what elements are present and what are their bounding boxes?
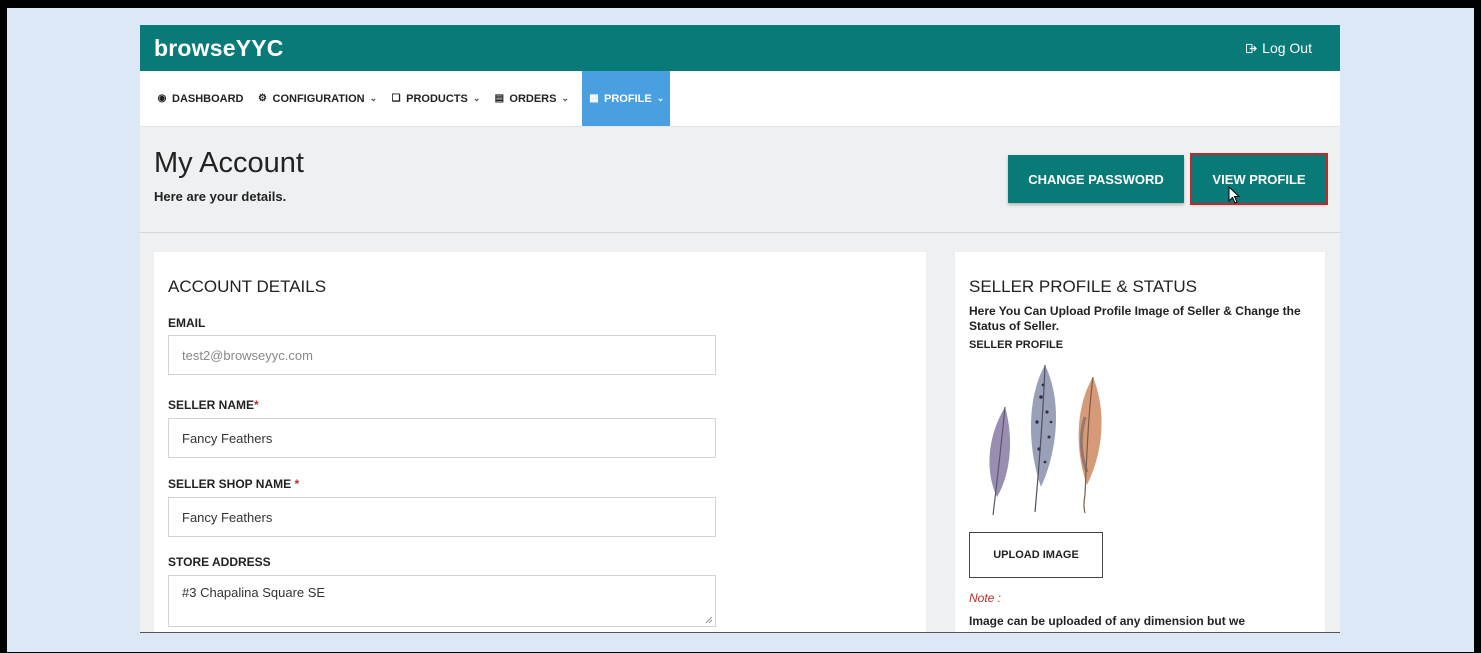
shop-name-label: SELLER SHOP NAME *: [168, 477, 299, 491]
upload-image-button[interactable]: UPLOAD IMAGE: [969, 532, 1103, 578]
tag-icon: ❏: [391, 93, 401, 104]
feather-purple: [989, 406, 1011, 516]
chevron-down-icon: ⌄: [472, 93, 481, 103]
nav-item-products[interactable]: ❏ PRODUCTS ⌄: [390, 71, 487, 126]
app-window: browseYYC Log Out ◉ DASHBOARD ⚙ CONFIGUR…: [140, 25, 1340, 633]
nav-label: PROFILE: [604, 92, 652, 105]
nav-item-configuration[interactable]: ⚙ CONFIGURATION ⌄: [257, 71, 385, 126]
seller-profile-card: SELLER PROFILE & STATUS Here You Can Upl…: [955, 252, 1325, 632]
mouse-cursor-icon: [1228, 186, 1240, 204]
dashboard-icon: ◉: [157, 93, 167, 104]
logout-link[interactable]: Log Out: [1246, 40, 1312, 56]
orders-icon: ▤: [494, 93, 505, 104]
main-nav: ◉ DASHBOARD ⚙ CONFIGURATION ⌄ ❏ PRODUCTS…: [140, 71, 1340, 127]
page-title: My Account: [154, 147, 304, 179]
page-header: My Account Here are your details. CHANGE…: [140, 127, 1340, 233]
feather-orange: [1078, 376, 1102, 514]
seller-profile-title: SELLER PROFILE & STATUS: [969, 277, 1197, 296]
seller-name-field[interactable]: Fancy Feathers: [168, 418, 716, 458]
nav-item-orders[interactable]: ▤ ORDERS ⌄: [493, 71, 576, 126]
nav-item-dashboard[interactable]: ◉ DASHBOARD: [156, 71, 251, 126]
nav-label: ORDERS: [509, 92, 557, 105]
store-address-label: STORE ADDRESS: [168, 555, 271, 569]
gear-icon: ⚙: [258, 93, 267, 104]
account-details-title: ACCOUNT DETAILS: [168, 277, 327, 296]
seller-name-label-text: SELLER NAME: [168, 398, 255, 412]
chevron-down-icon: ⌄: [561, 93, 570, 103]
seller-profile-subheading: SELLER PROFILE: [969, 339, 1064, 351]
view-profile-button[interactable]: VIEW PROFILE: [1190, 153, 1328, 205]
store-address-textarea[interactable]: #3 Chapalina Square SE: [168, 575, 716, 627]
brand-logo[interactable]: browseYYC: [154, 35, 284, 62]
chevron-down-icon: ⌄: [656, 93, 665, 103]
logout-icon: [1246, 43, 1258, 53]
email-field[interactable]: test2@browseyyc.com: [168, 335, 716, 375]
store-address-value: #3 Chapalina Square SE: [182, 585, 326, 600]
account-details-card: ACCOUNT DETAILS EMAIL test2@browseyyc.co…: [154, 252, 926, 632]
nav-label: CONFIGURATION: [272, 92, 365, 105]
resize-handle-icon[interactable]: [705, 616, 713, 624]
nav-label: PRODUCTS: [406, 92, 468, 105]
shop-name-label-text: SELLER SHOP NAME: [168, 477, 295, 491]
email-label: EMAIL: [168, 316, 206, 330]
required-mark: *: [294, 477, 300, 491]
profile-image: [989, 364, 1102, 516]
chevron-down-icon: ⌄: [369, 93, 378, 103]
note-text: Image can be uploaded of any dimension b…: [969, 614, 1246, 628]
seller-profile-description: Here You Can Upload Profile Image of Sel…: [969, 304, 1301, 333]
note-label: Note :: [969, 591, 1002, 605]
change-password-button[interactable]: CHANGE PASSWORD: [1008, 155, 1184, 203]
nav-label: DASHBOARD: [172, 92, 244, 105]
shop-name-field[interactable]: Fancy Feathers: [168, 497, 716, 537]
top-bar: browseYYC Log Out: [140, 25, 1340, 71]
feather-speckled: [1030, 364, 1057, 513]
nav-item-profile[interactable]: ▦ PROFILE ⌄: [582, 71, 671, 126]
required-mark: *: [254, 398, 259, 412]
seller-name-label: SELLER NAME*: [168, 398, 259, 412]
page-subtitle: Here are your details.: [154, 189, 287, 204]
logout-label: Log Out: [1262, 40, 1312, 56]
id-card-icon: ▦: [589, 93, 599, 104]
